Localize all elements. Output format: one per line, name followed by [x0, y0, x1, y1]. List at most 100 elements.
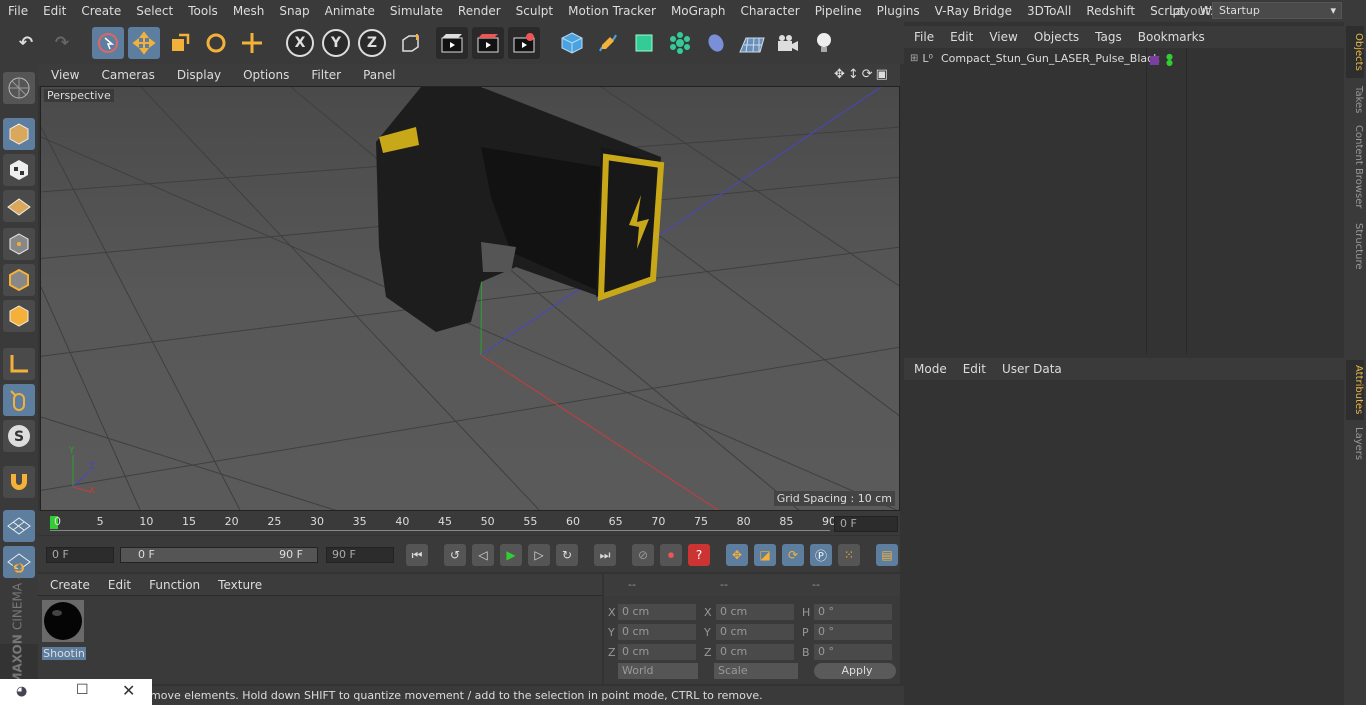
coord-value-field[interactable]: 0 cm	[716, 604, 794, 620]
viewport-menu-cameras[interactable]: Cameras	[88, 68, 163, 82]
move-tool-icon[interactable]	[128, 27, 160, 59]
menu-item-character[interactable]: Character	[732, 4, 806, 18]
texture-mode-icon[interactable]	[3, 154, 35, 186]
object-row[interactable]: ⊞ L⁰ Compact_Stun_Gun_LASER_Pulse_Black	[910, 52, 1160, 65]
viewport-nav-icons[interactable]: ✥↕⟳▣	[834, 67, 891, 82]
autokey-icon[interactable]: ?	[688, 544, 710, 566]
object-menu-objects[interactable]: Objects	[1024, 30, 1085, 44]
key-position-icon[interactable]: ✥	[726, 544, 748, 566]
viewport-menu-options[interactable]: Options	[230, 68, 298, 82]
next-key-icon[interactable]: ↻	[556, 544, 578, 566]
attribute-menu-mode[interactable]: Mode	[904, 362, 953, 376]
go-to-end-icon[interactable]: ⏭	[594, 544, 616, 566]
menu-item-file[interactable]: File	[0, 4, 35, 18]
render-region-icon[interactable]	[472, 27, 504, 59]
viewport-menu-view[interactable]: View	[38, 68, 88, 82]
menu-item-select[interactable]: Select	[128, 4, 180, 18]
z-axis-lock-icon[interactable]: Z	[358, 29, 386, 57]
coord-value-field[interactable]: 0 cm	[716, 644, 794, 660]
cube-primitive-icon[interactable]	[556, 27, 588, 59]
viewport-menu-filter[interactable]: Filter	[298, 68, 350, 82]
layer-tag-icon[interactable]	[1150, 56, 1159, 65]
material-menu-create[interactable]: Create	[38, 578, 96, 592]
object-menu-tags[interactable]: Tags	[1085, 30, 1128, 44]
render-settings-icon[interactable]	[508, 27, 540, 59]
object-name[interactable]: Compact_Stun_Gun_LASER_Pulse_Black	[941, 52, 1160, 65]
x-axis-lock-icon[interactable]: X	[286, 29, 314, 57]
menu-item-mesh[interactable]: Mesh	[225, 4, 272, 18]
scale-tool-icon[interactable]	[164, 27, 196, 59]
coord-value-field[interactable]: 0 °	[814, 624, 892, 640]
pen-spline-icon[interactable]	[592, 27, 624, 59]
edges-mode-icon[interactable]	[3, 264, 35, 296]
workplane-mode-icon[interactable]	[3, 190, 35, 222]
coord-value-field[interactable]: 0 cm	[618, 604, 696, 620]
timeline-ruler[interactable]: 0 5 10 15 20 25 30 35 40 45 50 55 60 65 70 75 80 85 90 0 F	[38, 511, 900, 535]
close-icon[interactable]: ✕	[122, 681, 135, 700]
menu-item-redshift[interactable]: Redshift	[1078, 4, 1142, 18]
model-mode-icon[interactable]	[3, 118, 35, 150]
start-frame-field[interactable]: 0 F	[46, 547, 114, 563]
record-icon[interactable]: ⏺	[660, 544, 682, 566]
camera-icon[interactable]	[772, 27, 804, 59]
render-view-icon[interactable]	[436, 27, 468, 59]
tab-structure[interactable]: Structure	[1346, 220, 1364, 272]
menu-item-v-ray-bridge[interactable]: V-Ray Bridge	[927, 4, 1019, 18]
menu-item-edit[interactable]: Edit	[35, 4, 73, 18]
material-swatch[interactable]: Shootin	[42, 600, 86, 660]
attribute-menu-edit[interactable]: Edit	[953, 362, 992, 376]
menu-item-simulate[interactable]: Simulate	[382, 4, 450, 18]
material-menu-texture[interactable]: Texture	[206, 578, 268, 592]
maximize-icon[interactable]: ☐	[76, 682, 89, 698]
tab-content-browser[interactable]: Content Browser	[1346, 122, 1364, 212]
y-axis-lock-icon[interactable]: Y	[322, 29, 350, 57]
cloner-icon[interactable]	[664, 27, 696, 59]
workplane-lock-icon[interactable]	[3, 510, 35, 542]
coord-value-field[interactable]: 0 °	[814, 604, 892, 620]
tab-layers[interactable]: Layers	[1346, 424, 1364, 464]
timeline-window-icon[interactable]: ▤	[876, 544, 898, 566]
menu-item-3dtoall[interactable]: 3DToAll	[1019, 4, 1078, 18]
snap-icon[interactable]: S	[3, 420, 35, 452]
coord-value-field[interactable]: 0 °	[814, 644, 892, 660]
scale-dropdown[interactable]: Scale	[714, 663, 798, 679]
record-off-icon[interactable]: ⊘	[632, 544, 654, 566]
menu-item-animate[interactable]: Animate	[317, 4, 382, 18]
key-scale-icon[interactable]: ◪	[754, 544, 776, 566]
light-icon[interactable]	[808, 27, 840, 59]
menu-item-mograph[interactable]: MoGraph	[663, 4, 733, 18]
tab-objects[interactable]: Objects	[1346, 26, 1364, 78]
object-menu-edit[interactable]: Edit	[940, 30, 979, 44]
menu-item-create[interactable]: Create	[73, 4, 128, 18]
current-frame-field[interactable]: 0 F	[834, 516, 898, 532]
coord-value-field[interactable]: 0 cm	[618, 624, 696, 640]
coordinate-system-icon[interactable]	[394, 27, 426, 59]
object-menu-bookmarks[interactable]: Bookmarks	[1128, 30, 1211, 44]
end-frame-field[interactable]: 90 F	[326, 547, 394, 563]
menu-item-pipeline[interactable]: Pipeline	[807, 4, 869, 18]
key-rotation-icon[interactable]: ⟳	[782, 544, 804, 566]
menu-item-motion-tracker[interactable]: Motion Tracker	[560, 4, 663, 18]
axis-mode-icon[interactable]	[3, 348, 35, 380]
viewport-menu-display[interactable]: Display	[164, 68, 230, 82]
layout-dropdown[interactable]: Startup	[1212, 2, 1342, 19]
object-menu-file[interactable]: File	[904, 30, 940, 44]
make-editable-icon[interactable]	[3, 72, 35, 104]
go-to-start-icon[interactable]: ⏮	[406, 544, 428, 566]
transform-tool-icon[interactable]	[236, 27, 268, 59]
viewport-3d[interactable]: Y Z X Perspective Grid Spacing : 10 cm	[40, 86, 900, 511]
floor-icon[interactable]	[736, 27, 768, 59]
menu-item-sculpt[interactable]: Sculpt	[508, 4, 560, 18]
expand-icon[interactable]: ⊞	[910, 53, 918, 64]
play-icon[interactable]: ▶	[500, 544, 522, 566]
key-pla-icon[interactable]: ⁙	[838, 544, 860, 566]
previous-key-icon[interactable]: ↺	[444, 544, 466, 566]
menu-item-plugins[interactable]: Plugins	[869, 4, 927, 18]
next-frame-icon[interactable]: ▷	[528, 544, 550, 566]
object-menu-view[interactable]: View	[979, 30, 1023, 44]
previous-frame-icon[interactable]: ◁	[472, 544, 494, 566]
tab-attributes[interactable]: Attributes	[1346, 360, 1364, 420]
material-menu-edit[interactable]: Edit	[96, 578, 137, 592]
world-dropdown[interactable]: World	[618, 663, 698, 679]
menu-item-snap[interactable]: Snap	[271, 4, 316, 18]
